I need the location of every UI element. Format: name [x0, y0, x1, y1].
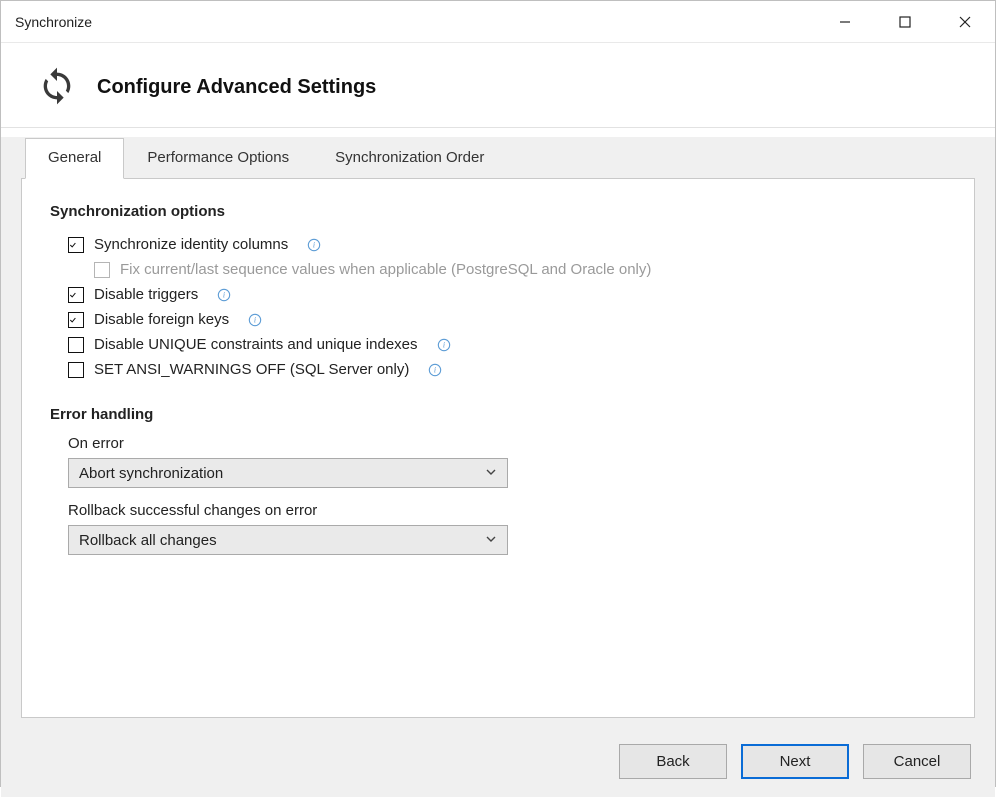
tab-synchronization-order[interactable]: Synchronization Order	[312, 138, 507, 179]
checkbox-box[interactable]	[68, 312, 84, 328]
svg-text:i: i	[442, 340, 444, 349]
tab-general[interactable]: General	[25, 138, 124, 179]
section-heading-sync-options: Synchronization options	[50, 203, 946, 220]
info-icon[interactable]: i	[216, 287, 232, 303]
svg-text:i: i	[313, 240, 315, 249]
field-label: Rollback successful changes on error	[68, 502, 946, 519]
field-rollback: Rollback successful changes on error Rol…	[68, 502, 946, 555]
rollback-select[interactable]: Rollback all changes	[68, 525, 508, 555]
checkbox-disable-foreign-keys[interactable]: Disable foreign keys i	[50, 307, 946, 332]
select-value: Rollback all changes	[79, 532, 217, 549]
checkbox-label: Fix current/last sequence values when ap…	[120, 261, 651, 278]
chevron-down-icon	[485, 465, 497, 482]
checkbox-ansi-warnings[interactable]: SET ANSI_WARNINGS OFF (SQL Server only) …	[50, 357, 946, 382]
tabs-container: General Performance Options Synchronizat…	[1, 137, 995, 718]
checkbox-box[interactable]	[68, 337, 84, 353]
cancel-button[interactable]: Cancel	[863, 744, 971, 779]
field-on-error: On error Abort synchronization	[68, 435, 946, 488]
svg-text:i: i	[254, 315, 256, 324]
content-area: General Performance Options Synchronizat…	[1, 137, 995, 797]
checkbox-box	[94, 262, 110, 278]
checkbox-box[interactable]	[68, 237, 84, 253]
tab-performance-options[interactable]: Performance Options	[124, 138, 312, 179]
info-icon[interactable]: i	[306, 237, 322, 253]
checkbox-label: Disable triggers	[94, 286, 198, 303]
page-title: Configure Advanced Settings	[97, 76, 376, 99]
checkbox-box[interactable]	[68, 287, 84, 303]
on-error-select[interactable]: Abort synchronization	[68, 458, 508, 488]
svg-text:i: i	[434, 365, 436, 374]
checkbox-disable-unique[interactable]: Disable UNIQUE constraints and unique in…	[50, 332, 946, 357]
checkbox-label: Disable UNIQUE constraints and unique in…	[94, 336, 418, 353]
section-heading-error-handling: Error handling	[50, 406, 946, 423]
checkbox-label: Synchronize identity columns	[94, 236, 288, 253]
sync-icon	[37, 66, 77, 109]
info-icon[interactable]: i	[436, 337, 452, 353]
window-title: Synchronize	[15, 14, 92, 30]
checkbox-fix-sequence: Fix current/last sequence values when ap…	[50, 257, 946, 282]
info-icon[interactable]: i	[427, 362, 443, 378]
back-button[interactable]: Back	[619, 744, 727, 779]
next-button[interactable]: Next	[741, 744, 849, 779]
checkbox-box[interactable]	[68, 362, 84, 378]
page-header: Configure Advanced Settings	[1, 43, 995, 128]
window-controls	[815, 1, 995, 42]
select-value: Abort synchronization	[79, 465, 223, 482]
svg-text:i: i	[223, 290, 225, 299]
tab-panel-general: Synchronization options Synchronize iden…	[21, 178, 975, 718]
chevron-down-icon	[485, 532, 497, 549]
maximize-button[interactable]	[875, 1, 935, 42]
checkbox-label: Disable foreign keys	[94, 311, 229, 328]
checkbox-label: SET ANSI_WARNINGS OFF (SQL Server only)	[94, 361, 409, 378]
close-button[interactable]	[935, 1, 995, 42]
info-icon[interactable]: i	[247, 312, 263, 328]
field-label: On error	[68, 435, 946, 452]
titlebar: Synchronize	[1, 1, 995, 43]
checkbox-disable-triggers[interactable]: Disable triggers i	[50, 282, 946, 307]
checkbox-sync-identity[interactable]: Synchronize identity columns i	[50, 232, 946, 257]
tab-strip: General Performance Options Synchronizat…	[25, 138, 995, 179]
minimize-button[interactable]	[815, 1, 875, 42]
